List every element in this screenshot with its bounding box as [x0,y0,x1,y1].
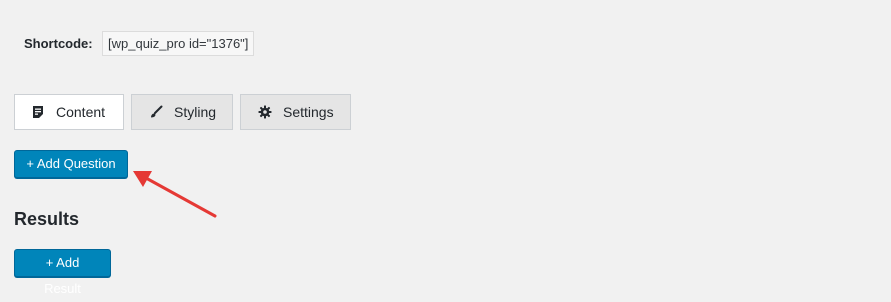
content-icon [31,105,45,119]
tab-styling[interactable]: Styling [131,94,233,130]
tab-settings[interactable]: Settings [240,94,351,130]
results-heading: Results [14,209,80,229]
add-question-button[interactable]: + Add Question [14,150,128,178]
tab-content[interactable]: Content [14,94,124,130]
tab-content-label: Content [56,104,106,120]
brush-icon [149,105,163,119]
shortcode-label: Shortcode: [24,36,93,51]
tab-styling-label: Styling [174,104,217,120]
add-result-button[interactable]: + Add Result [14,249,111,296]
tab-settings-label: Settings [283,104,334,120]
shortcode-field[interactable] [102,31,254,56]
gear-icon [258,105,272,119]
